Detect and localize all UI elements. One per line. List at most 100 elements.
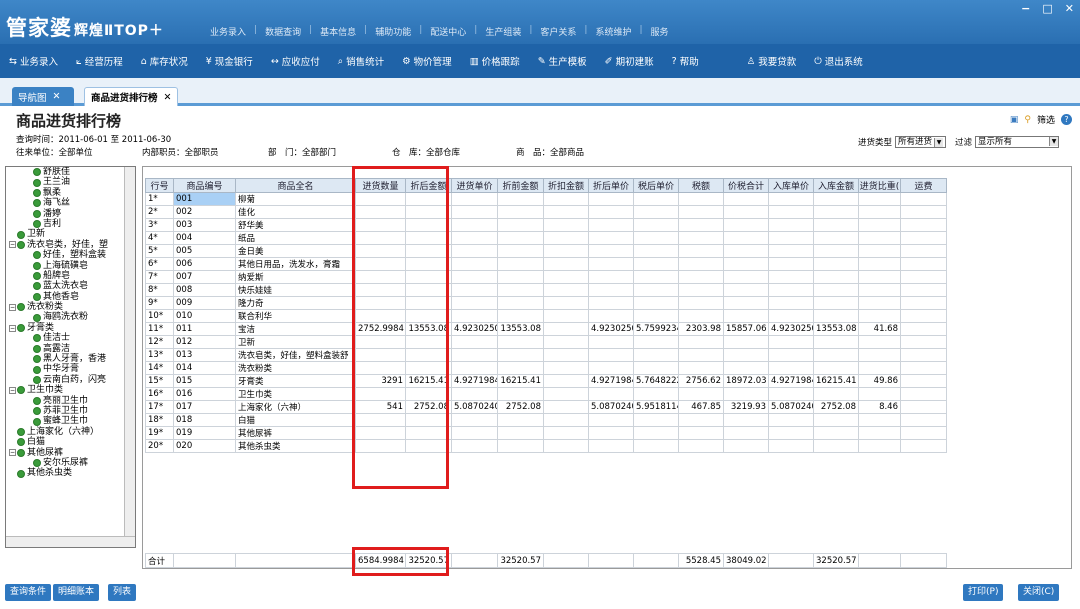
tree-node[interactable]: 舒肤佳 bbox=[6, 167, 135, 177]
tree-node[interactable]: 其他杀虫类 bbox=[6, 468, 135, 478]
table-row[interactable]: 17*017上海家化（六神）5412752.085.087024032752.0… bbox=[145, 400, 947, 414]
tree-node[interactable]: − 其他尿裤 bbox=[6, 448, 135, 458]
top-menu-item[interactable]: 客户关系 bbox=[540, 25, 576, 38]
column-header[interactable]: 商品全名 bbox=[235, 178, 356, 193]
detail-ledger-button[interactable]: 明细账本 bbox=[53, 584, 100, 601]
toolbar-help[interactable]: ? 帮助 bbox=[663, 54, 708, 69]
column-header[interactable]: 进货数量 bbox=[355, 178, 406, 193]
table-row[interactable]: 6* 006 其他日用品，洗发水，膏霜 bbox=[145, 257, 947, 271]
toolbar-gear[interactable]: ⚙ 物价管理 bbox=[393, 54, 461, 69]
print-button[interactable]: 打印(P) bbox=[963, 584, 1004, 601]
table-row[interactable]: 10* 010 联合利华 bbox=[145, 309, 947, 323]
table-row[interactable]: 9* 009 隆力奇 bbox=[145, 296, 947, 310]
help-icon[interactable]: ? bbox=[1061, 114, 1072, 125]
close-icon[interactable]: ✕ bbox=[53, 91, 61, 102]
expand-toggle-icon[interactable]: − bbox=[9, 386, 16, 394]
top-menu-item[interactable]: 系统维护 bbox=[595, 25, 631, 38]
toolbar-wrench[interactable]: ✎ 生产模板 bbox=[529, 54, 596, 69]
tree-node[interactable]: 佳洁士 bbox=[6, 333, 135, 343]
column-header[interactable]: 税后单价 bbox=[633, 178, 679, 193]
top-menu-item[interactable]: 配送中心 bbox=[430, 25, 466, 38]
column-header[interactable]: 行号 bbox=[145, 178, 174, 193]
toolbar-power[interactable]: ⏻ 退出系统 bbox=[805, 54, 872, 69]
toolbar-edit[interactable]: ✐ 期初建账 bbox=[596, 54, 663, 69]
tree-node[interactable]: 海鸥洗衣粉 bbox=[6, 312, 135, 322]
top-menu-item[interactable]: 辅助功能 bbox=[375, 25, 411, 38]
tree-node[interactable]: − 洗衣粉类 bbox=[6, 302, 135, 312]
table-row[interactable]: 2* 002 佳化 bbox=[145, 205, 947, 219]
column-header[interactable]: 折后单价 bbox=[588, 178, 634, 193]
column-header[interactable]: 税额 bbox=[678, 178, 724, 193]
tab-navigation[interactable]: 导航图 ✕ bbox=[12, 87, 74, 106]
tree-node[interactable]: 吉利 bbox=[6, 219, 135, 229]
toolbar-user[interactable]: ♙ 我要贷款 bbox=[738, 54, 806, 69]
tree-node[interactable]: 好佳，塑料盒装 bbox=[6, 250, 135, 260]
column-header[interactable]: 入库单价 bbox=[768, 178, 814, 193]
table-row[interactable]: 14* 014 洗衣粉类 bbox=[145, 361, 947, 375]
close-icon[interactable]: ✕ bbox=[1065, 2, 1074, 15]
tree-node[interactable]: 海飞丝 bbox=[6, 198, 135, 208]
column-header[interactable]: 价税合计 bbox=[723, 178, 769, 193]
purchase-type-select[interactable]: 所有进货 ▼ bbox=[895, 136, 947, 148]
table-row[interactable]: 18* 018 白猫 bbox=[145, 413, 947, 427]
toolbar-yen[interactable]: ¥ 现金银行 bbox=[197, 54, 262, 69]
table-row[interactable]: 20* 020 其他杀虫类 bbox=[145, 439, 947, 453]
tree-node[interactable]: 中华牙膏 bbox=[6, 364, 135, 374]
table-row[interactable]: 11*011宝洁2752.998413553.084.9230250213553… bbox=[145, 322, 947, 336]
toolbar-transfer[interactable]: ⇆ 业务录入 bbox=[0, 54, 67, 69]
table-row[interactable]: 5* 005 金日美 bbox=[145, 244, 947, 258]
tree-node[interactable]: − 牙膏类 bbox=[6, 323, 135, 333]
column-header[interactable]: 进货单价 bbox=[451, 178, 498, 193]
export-icon[interactable]: ▣ bbox=[1010, 115, 1019, 125]
column-header[interactable]: 折后金额 bbox=[405, 178, 452, 193]
tree-vertical-scrollbar[interactable] bbox=[124, 167, 135, 537]
top-menu-item[interactable]: 业务录入 bbox=[210, 25, 246, 38]
filter-icon[interactable]: ⚲ bbox=[1024, 115, 1031, 125]
table-row[interactable]: 19* 019 其他尿裤 bbox=[145, 426, 947, 440]
tree-node[interactable]: 上海家化（六神） bbox=[6, 427, 135, 437]
tree-node[interactable]: 白猫 bbox=[6, 437, 135, 447]
column-header[interactable]: 折前金额 bbox=[497, 178, 544, 193]
table-row[interactable]: 16* 016 卫生巾类 bbox=[145, 387, 947, 401]
tree-node[interactable]: 船牌皂 bbox=[6, 271, 135, 281]
expand-toggle-icon[interactable]: − bbox=[9, 241, 16, 249]
toolbar-bar-chart[interactable]: ▥ 价格跟踪 bbox=[461, 54, 529, 69]
maximize-icon[interactable]: □ bbox=[1042, 2, 1052, 15]
tree-node[interactable]: 卫新 bbox=[6, 229, 135, 239]
top-menu-item[interactable]: 基本信息 bbox=[320, 25, 356, 38]
tree-node[interactable]: 王兰油 bbox=[6, 177, 135, 187]
tree-node[interactable]: 苏菲卫生巾 bbox=[6, 406, 135, 416]
toolbar-chart[interactable]: ⟀ 经营历程 bbox=[67, 54, 132, 69]
column-header[interactable]: 折扣金额 bbox=[543, 178, 589, 193]
tree-node[interactable]: 云南白药，闪亮 bbox=[6, 375, 135, 385]
toolbar-home[interactable]: ⌂ 库存状况 bbox=[132, 54, 197, 69]
column-header[interactable]: 入库金额 bbox=[813, 178, 859, 193]
filter2-select[interactable]: 显示所有 ▼ bbox=[975, 136, 1060, 148]
column-header[interactable]: 商品编号 bbox=[173, 178, 236, 193]
tree-node[interactable]: 亮丽卫生巾 bbox=[6, 396, 135, 406]
tree-node[interactable]: 安尔乐尿裤 bbox=[6, 458, 135, 468]
top-menu-item[interactable]: 生产组装 bbox=[485, 25, 521, 38]
close-icon[interactable]: ✕ bbox=[164, 92, 172, 103]
top-menu-item[interactable]: 服务 bbox=[651, 25, 669, 38]
top-menu-item[interactable]: 数据查询 bbox=[265, 25, 301, 38]
toolbar-search[interactable]: ⌕ 销售统计 bbox=[329, 54, 393, 69]
minimize-icon[interactable]: − bbox=[1021, 2, 1030, 15]
table-row[interactable]: 1* 001 柳菊 bbox=[145, 192, 947, 206]
table-row[interactable]: 7* 007 纳爱斯 bbox=[145, 270, 947, 284]
list-button[interactable]: 列表 bbox=[108, 584, 137, 601]
table-row[interactable]: 8* 008 快乐娃娃 bbox=[145, 283, 947, 297]
tab-purchase-ranking[interactable]: 商品进货排行榜 ✕ bbox=[84, 87, 179, 106]
expand-toggle-icon[interactable]: − bbox=[9, 449, 16, 457]
tree-node[interactable]: − 卫生巾类 bbox=[6, 385, 135, 395]
tree-node[interactable]: 蜜蜂卫生巾 bbox=[6, 416, 135, 426]
table-row[interactable]: 12* 012 卫新 bbox=[145, 335, 947, 349]
expand-toggle-icon[interactable]: − bbox=[9, 303, 16, 311]
column-header[interactable]: 进货比重( bbox=[858, 178, 901, 193]
tree-node[interactable]: 蓝太洗衣皂 bbox=[6, 281, 135, 291]
tree-node[interactable]: − 洗衣皂类，好佳，塑 bbox=[6, 240, 135, 250]
filter-label[interactable]: 筛选 bbox=[1037, 113, 1055, 126]
table-row[interactable]: 13* 013 洗衣皂类，好佳，塑料盒装舒 bbox=[145, 348, 947, 362]
tree-node[interactable]: 上海硫磺皂 bbox=[6, 261, 135, 271]
table-row[interactable]: 3* 003 舒华美 bbox=[145, 218, 947, 232]
